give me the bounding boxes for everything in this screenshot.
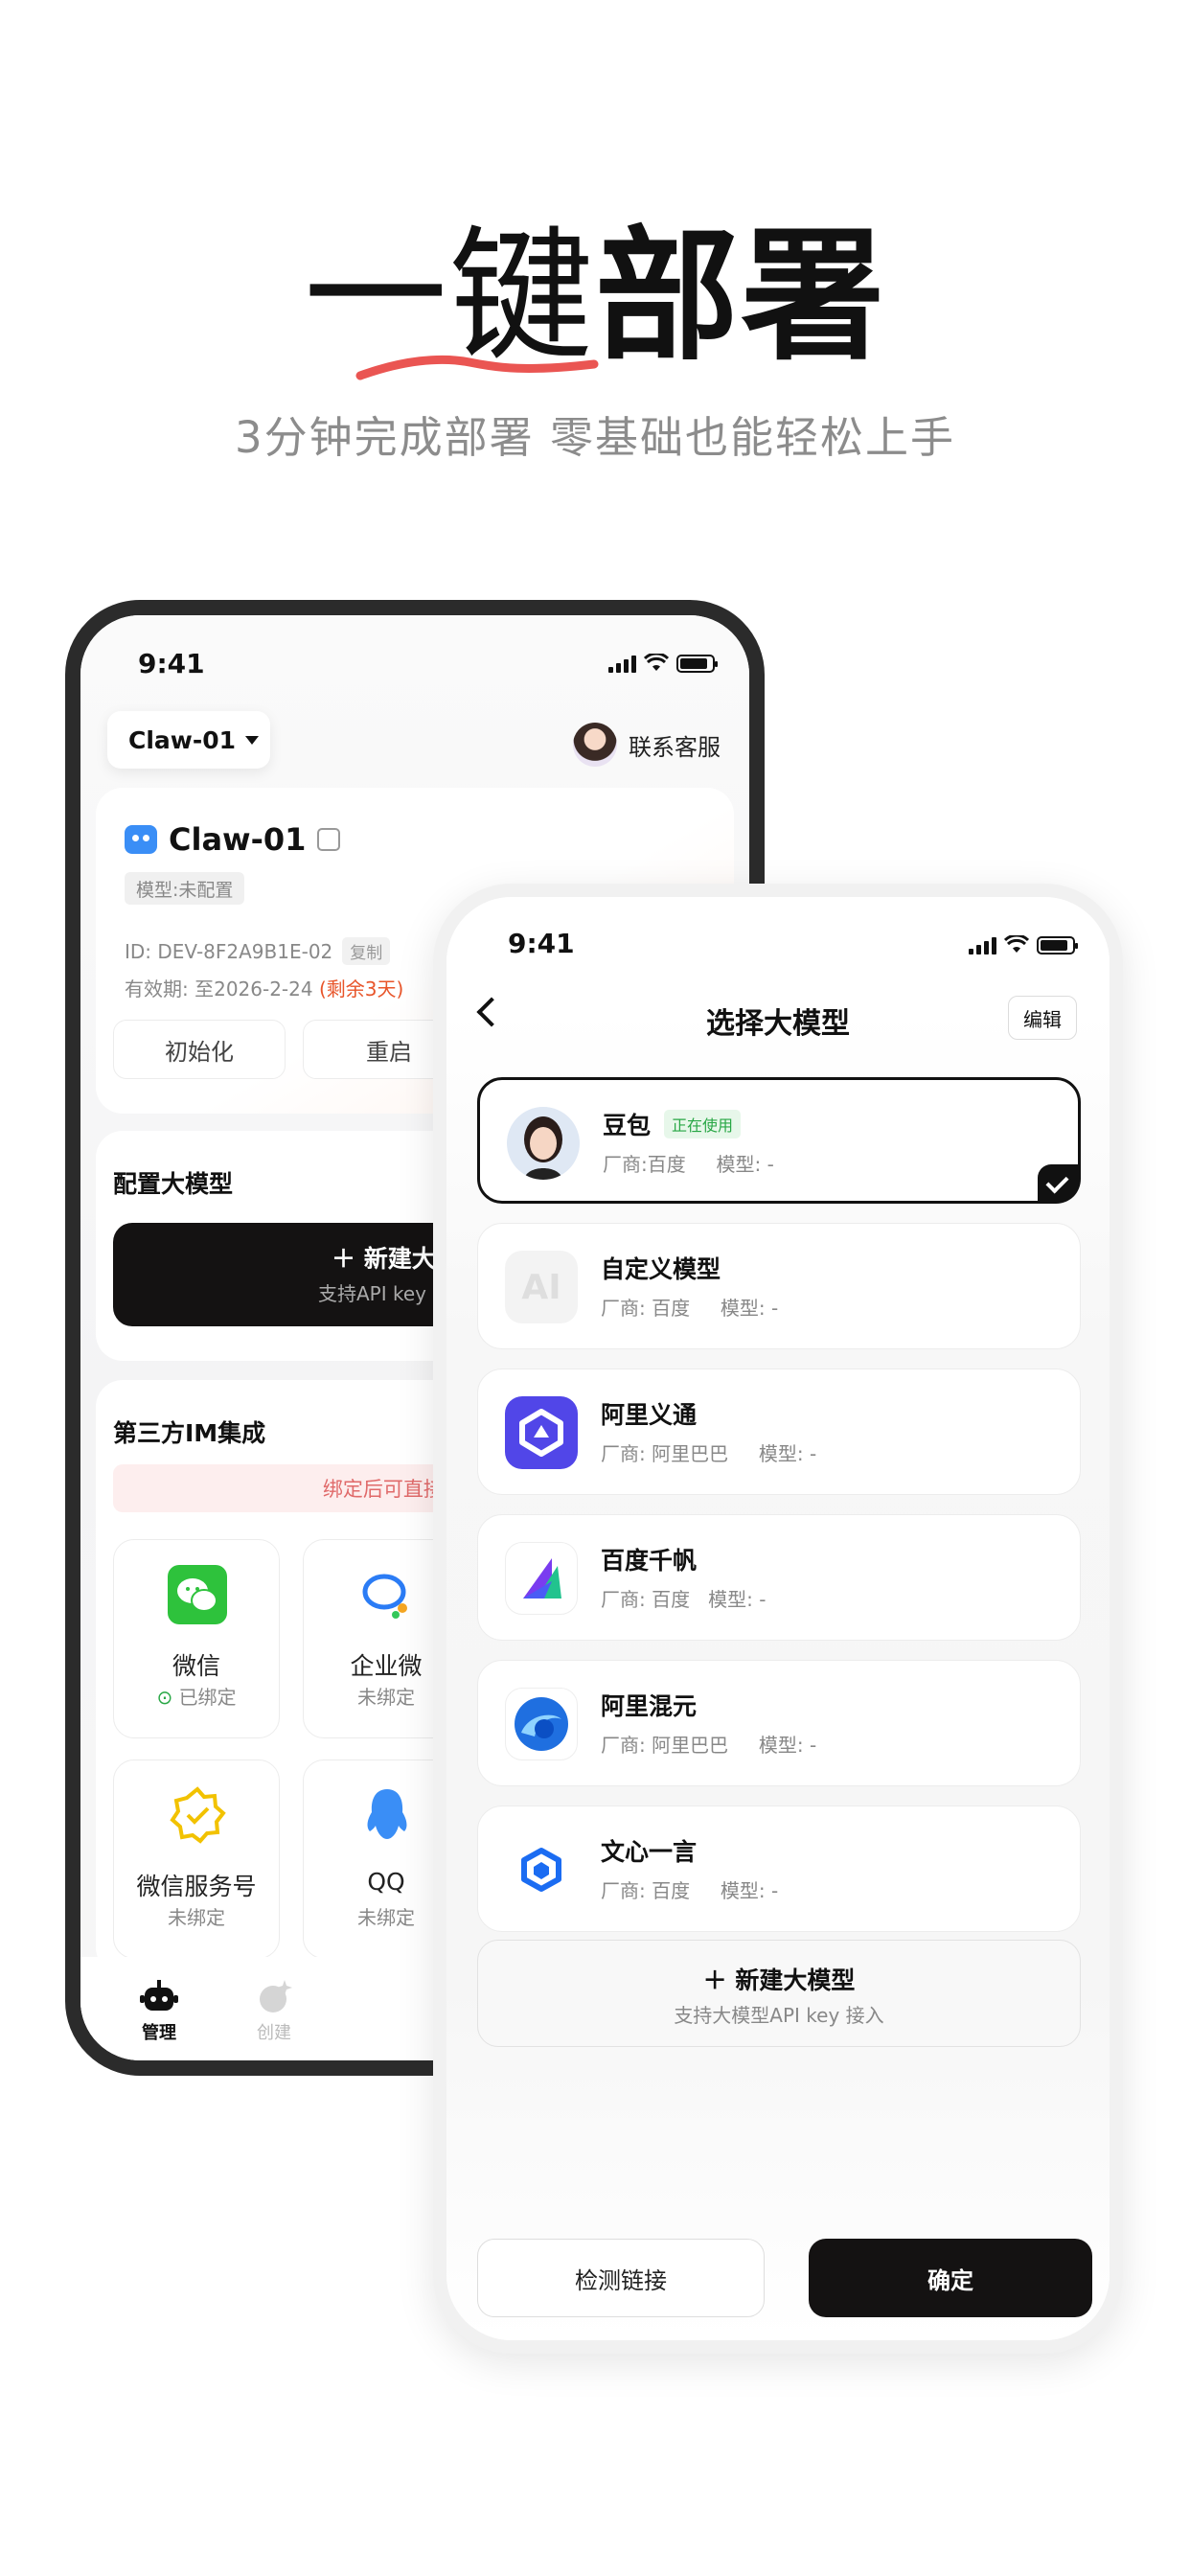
- model-name-wenxin: 文心一言: [601, 1838, 698, 1866]
- model-meta-qwen: 厂商: 阿里巴巴 模型: -: [601, 1442, 817, 1465]
- signal-icon: [608, 654, 636, 673]
- status-icons: [969, 933, 1078, 954]
- expiry-date: 有效期: 至2026-2-24: [125, 978, 313, 1000]
- im-title: 第三方IM集成: [113, 1419, 266, 1447]
- tab-manage-label: 管理: [142, 2023, 176, 2043]
- check-icon: [1038, 1164, 1080, 1203]
- status-time: 9:41: [138, 648, 205, 679]
- model-name-hunyuan: 阿里混元: [601, 1692, 698, 1720]
- support-label: 联系客服: [629, 733, 721, 761]
- signal-icon: [969, 935, 996, 954]
- status-icons: [608, 652, 718, 673]
- battery-icon: [676, 655, 718, 673]
- model-status-tag: 模型:未配置: [125, 872, 245, 905]
- sparkle-icon: [260, 1980, 292, 2012]
- in-use-badge: 正在使用: [664, 1110, 742, 1138]
- confirm-button[interactable]: 确定: [809, 2239, 1092, 2317]
- model-meta-hunyuan: 厂商: 阿里巴巴 模型: -: [601, 1734, 817, 1757]
- qq-icon: [367, 1789, 407, 1839]
- expiry-remaining: (剩余3天): [318, 978, 404, 1000]
- im-name-service-account: 微信服务号: [136, 1873, 257, 1900]
- im-tile-service-account[interactable]: 微信服务号 未绑定: [113, 1760, 280, 1959]
- wechat-icon: [168, 1565, 227, 1624]
- new-model-subtitle: 支持大模型API key 接入: [674, 2004, 884, 2027]
- tab-create[interactable]: 创建: [236, 1978, 312, 2044]
- doubao-avatar-icon: [507, 1107, 580, 1180]
- expiry-row: 有效期: 至2026-2-24 (剩余3天): [125, 974, 403, 1001]
- test-link-button[interactable]: 检测链接: [477, 2239, 765, 2317]
- new-model-sub: 支持API key: [318, 1282, 427, 1305]
- ai-placeholder-icon: AI: [505, 1251, 578, 1323]
- model-meta-wenxin: 厂商: 百度 模型: -: [601, 1879, 779, 1902]
- device-selector-label: Claw-01: [128, 725, 237, 754]
- support-link[interactable]: 联系客服: [573, 723, 721, 767]
- model-card-hunyuan[interactable]: 阿里混元 厂商: 阿里巴巴 模型: -: [477, 1660, 1081, 1786]
- im-name-wechat: 微信: [172, 1652, 220, 1680]
- hero-section: 一键部署 3分钟完成部署 零基础也能轻松上手: [0, 0, 1190, 498]
- new-model-card[interactable]: ＋ 新建大模型 支持大模型API key 接入: [477, 1940, 1081, 2047]
- model-card-qianfan[interactable]: 百度千帆 厂商: 百度 模型: -: [477, 1514, 1081, 1641]
- device-title: Claw-01: [125, 821, 341, 858]
- hero-title-light: 一键: [303, 214, 595, 380]
- wecom-icon: [362, 1574, 407, 1619]
- status-time: 9:41: [508, 928, 575, 959]
- status-bar: 9:41: [80, 615, 749, 692]
- model-card-custom[interactable]: AI 自定义模型 厂商: 百度 模型: -: [477, 1223, 1081, 1349]
- im-status-wechat-label: 已绑定: [178, 1686, 237, 1709]
- wenxin-icon: [505, 1833, 578, 1906]
- wifi-icon: [644, 654, 669, 671]
- tab-create-label: 创建: [257, 2023, 291, 2043]
- plus-icon: ＋: [702, 1966, 736, 1994]
- model-meta-doubao: 厂商:百度 模型: -: [603, 1153, 774, 1176]
- model-name-qianfan: 百度千帆: [601, 1547, 698, 1575]
- hero-title: 一键部署: [0, 216, 1190, 379]
- model-meta-qianfan: 厂商: 百度 模型: -: [601, 1588, 767, 1611]
- model-name-doubao: 豆包 正在使用: [603, 1107, 742, 1141]
- im-status-service-account: 未绑定: [168, 1906, 225, 1929]
- tab-manage[interactable]: 管理: [121, 1978, 197, 2044]
- copy-button[interactable]: 复制: [342, 937, 391, 965]
- edit-button[interactable]: 编辑: [1008, 996, 1077, 1040]
- model-picker-screen: 9:41 选择大模型 编辑 豆包 正在使用 厂商:百度 模型: - AI 自定义…: [446, 897, 1110, 2340]
- edit-icon[interactable]: [317, 828, 341, 851]
- check-circle-icon: ⊙: [156, 1686, 179, 1709]
- caret-down-icon: [245, 735, 260, 745]
- hero-title-bold: 部署: [595, 214, 887, 380]
- init-button[interactable]: 初始化: [113, 1020, 286, 1079]
- new-model-row: ＋ 新建大: [332, 1240, 436, 1275]
- phone-model-picker: 9:41 选择大模型 编辑 豆包 正在使用 厂商:百度 模型: - AI 自定义…: [433, 884, 1123, 2354]
- robot-icon: [125, 825, 157, 854]
- device-selector[interactable]: Claw-01: [107, 711, 270, 769]
- model-name-qwen: 阿里义通: [601, 1401, 698, 1429]
- device-id: ID: DEV-8F2A9B1E-02: [125, 939, 333, 963]
- model-card-wenxin[interactable]: 文心一言 厂商: 百度 模型: -: [477, 1806, 1081, 1932]
- hero-subtitle: 3分钟完成部署 零基础也能轻松上手: [235, 412, 955, 463]
- model-name-doubao-label: 豆包: [603, 1112, 652, 1139]
- config-model-title: 配置大模型: [113, 1170, 234, 1198]
- badge-check-icon: [170, 1786, 226, 1844]
- new-model-label: 新建大: [363, 1245, 436, 1273]
- device-id-row: ID: DEV-8F2A9B1E-02 复制: [125, 937, 391, 965]
- im-status-wechat: ⊙ 已绑定: [114, 1682, 279, 1710]
- new-model-title-label: 新建大模型: [735, 1966, 856, 1994]
- model-card-qwen[interactable]: 阿里义通 厂商: 阿里巴巴 模型: -: [477, 1368, 1081, 1495]
- model-card-doubao[interactable]: 豆包 正在使用 厂商:百度 模型: -: [477, 1077, 1081, 1204]
- support-avatar: [573, 723, 617, 767]
- hunyuan-icon: [505, 1688, 578, 1760]
- qwen-icon: [505, 1396, 578, 1469]
- plus-icon: ＋: [332, 1245, 364, 1273]
- robot-icon: [140, 1980, 178, 2011]
- battery-icon: [1037, 936, 1078, 954]
- device-name: Claw-01: [169, 821, 307, 858]
- model-name-custom: 自定义模型: [601, 1255, 721, 1283]
- new-model-title: ＋ 新建大模型: [478, 1962, 1080, 1996]
- model-meta-custom: 厂商: 百度 模型: -: [601, 1297, 779, 1320]
- status-bar: 9:41: [446, 897, 1110, 974]
- wifi-icon: [1004, 935, 1029, 953]
- im-tile-wechat[interactable]: 微信 ⊙ 已绑定: [113, 1539, 280, 1738]
- qianfan-icon: [505, 1542, 578, 1615]
- nav-bar: 选择大模型 编辑: [446, 988, 1110, 1055]
